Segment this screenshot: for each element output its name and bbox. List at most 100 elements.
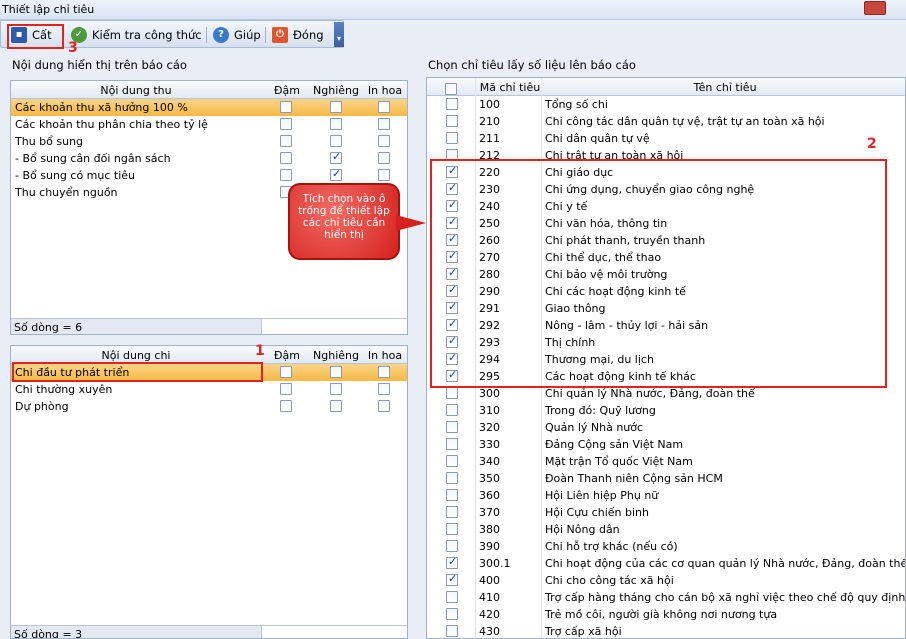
bold-checkbox[interactable] — [280, 366, 292, 378]
indicator-checkbox[interactable] — [446, 317, 458, 331]
uppercase-checkbox[interactable] — [378, 366, 390, 378]
indicator-checkbox[interactable] — [446, 523, 458, 535]
indicator-checkbox[interactable] — [446, 540, 458, 552]
table-row[interactable]: 212 Chi trật tự an toàn xã hội — [427, 147, 905, 164]
bold-checkbox[interactable] — [280, 152, 292, 164]
indicator-checkbox[interactable] — [446, 115, 458, 127]
table-row[interactable]: 310 Trong đó: Quỹ lương — [427, 402, 905, 419]
indicator-checkbox[interactable] — [446, 472, 458, 484]
table-row[interactable]: 420 Trẻ mồ côi, người già không nơi nương… — [427, 606, 905, 623]
table-row[interactable]: 430 Trợ cấp xã hội — [427, 623, 905, 638]
indicator-checkbox[interactable] — [446, 506, 458, 518]
table-row[interactable]: 260 Chi phát thanh, truyền thanh — [427, 232, 905, 249]
indicator-checkbox[interactable] — [446, 555, 458, 569]
table-row[interactable]: Thu bổ sung — [11, 133, 407, 150]
table-row[interactable]: 340 Mặt trận Tổ quốc Việt Nam — [427, 453, 905, 470]
italic-checkbox[interactable] — [330, 400, 342, 412]
bold-checkbox[interactable] — [280, 118, 292, 130]
indicator-checkbox[interactable] — [446, 300, 458, 314]
save-button[interactable]: ▪ Cất — [11, 25, 52, 45]
italic-checkbox[interactable] — [330, 150, 342, 164]
close-button[interactable]: ⏻ Đóng — [272, 25, 324, 45]
indicator-checkbox[interactable] — [446, 198, 458, 212]
uppercase-checkbox[interactable] — [378, 101, 390, 113]
uppercase-checkbox[interactable] — [378, 169, 390, 181]
table-row[interactable]: 293 Thị chính — [427, 334, 905, 351]
table-row[interactable]: 300 Chi quản lý Nhà nước, Đảng, đoàn thể — [427, 385, 905, 402]
indicator-checkbox[interactable] — [446, 368, 458, 382]
bold-checkbox[interactable] — [280, 383, 292, 395]
table-row[interactable]: 290 Chi các hoạt động kinh tế — [427, 283, 905, 300]
table-row[interactable]: 330 Đảng Cộng sản Việt Nam — [427, 436, 905, 453]
indicator-checkbox[interactable] — [446, 438, 458, 450]
indicator-checkbox[interactable] — [446, 625, 458, 637]
indicator-checkbox[interactable] — [446, 387, 458, 399]
indicator-checkbox[interactable] — [446, 404, 458, 416]
table-row[interactable]: 350 Đoàn Thanh niên Cộng sản HCM — [427, 470, 905, 487]
table-row[interactable]: 211 Chi dân quân tự vệ — [427, 130, 905, 147]
table-row[interactable]: 380 Hội Nông dân — [427, 521, 905, 538]
italic-checkbox[interactable] — [330, 383, 342, 395]
uppercase-checkbox[interactable] — [378, 135, 390, 147]
uppercase-checkbox[interactable] — [378, 118, 390, 130]
table-row[interactable]: 390 Chi hỗ trợ khác (nếu có) — [427, 538, 905, 555]
table-row[interactable]: Chi thường xuyên — [11, 381, 407, 398]
table-row[interactable]: 250 Chi văn hóa, thông tin — [427, 215, 905, 232]
table-row[interactable]: 400 Chi cho công tác xã hội — [427, 572, 905, 589]
check-formula-button[interactable]: ✓ Kiểm tra công thức — [71, 25, 202, 45]
bold-checkbox[interactable] — [280, 169, 292, 181]
italic-checkbox[interactable] — [330, 118, 342, 130]
indicator-checkbox[interactable] — [446, 489, 458, 501]
indicator-checkbox[interactable] — [446, 215, 458, 229]
indicator-checkbox[interactable] — [446, 421, 458, 433]
indicator-checkbox[interactable] — [446, 132, 458, 144]
table-row[interactable]: 300.1 Chi hoạt động của các cơ quan quản … — [427, 555, 905, 572]
indicator-checkbox[interactable] — [446, 334, 458, 348]
uppercase-checkbox[interactable] — [378, 383, 390, 395]
table-row[interactable]: 295 Các hoạt động kinh tế khác — [427, 368, 905, 385]
indicator-checkbox[interactable] — [446, 591, 458, 603]
italic-checkbox[interactable] — [330, 366, 342, 378]
table-row[interactable]: Các khoản thu phân chia theo tỷ lệ — [11, 116, 407, 133]
indicator-checkbox[interactable] — [446, 149, 458, 161]
indicator-checkbox[interactable] — [446, 266, 458, 280]
select-all-checkbox[interactable] — [445, 83, 457, 95]
table-row[interactable]: - Bổ sung có mục tiêu — [11, 167, 407, 184]
indicator-checkbox[interactable] — [446, 181, 458, 195]
indicator-checkbox[interactable] — [446, 98, 458, 110]
table-row[interactable]: 291 Giao thông — [427, 300, 905, 317]
table-row[interactable]: 230 Chi ứng dụng, chuyển giao công nghệ — [427, 181, 905, 198]
indicator-checkbox[interactable] — [446, 572, 458, 586]
indicator-checkbox[interactable] — [446, 249, 458, 263]
indicator-checkbox[interactable] — [446, 351, 458, 365]
uppercase-checkbox[interactable] — [378, 152, 390, 164]
table-row[interactable]: 360 Hội Liên hiệp Phụ nữ — [427, 487, 905, 504]
indicator-checkbox[interactable] — [446, 164, 458, 178]
table-row[interactable]: 280 Chi bảo vệ môi trường — [427, 266, 905, 283]
bold-checkbox[interactable] — [280, 135, 292, 147]
table-row[interactable]: 292 Nông - lâm - thủy lợi - hải sản — [427, 317, 905, 334]
indicator-checkbox[interactable] — [446, 608, 458, 620]
indicator-checkbox[interactable] — [446, 455, 458, 467]
table-row[interactable]: 410 Trợ cấp hàng tháng cho cán bộ xã nghỉ… — [427, 589, 905, 606]
uppercase-checkbox[interactable] — [378, 400, 390, 412]
table-row[interactable]: Các khoản thu xã hưởng 100 % — [11, 99, 407, 116]
table-row[interactable]: Dự phòng — [11, 398, 407, 415]
indicator-checkbox[interactable] — [446, 283, 458, 297]
table-row[interactable]: 210 Chi công tác dân quân tự vệ, trật tự … — [427, 113, 905, 130]
table-row[interactable]: Chi đầu tư phát triển — [11, 364, 407, 381]
table-row[interactable]: 294 Thương mại, du lịch — [427, 351, 905, 368]
indicator-checkbox[interactable] — [446, 232, 458, 246]
table-row[interactable]: 100 Tổng số chi — [427, 96, 905, 113]
help-button[interactable]: ? Giúp — [213, 25, 261, 45]
window-close-icon[interactable] — [864, 1, 886, 15]
bold-checkbox[interactable] — [280, 101, 292, 113]
table-row[interactable]: 240 Chi y tế — [427, 198, 905, 215]
table-row[interactable]: 320 Quản lý Nhà nước — [427, 419, 905, 436]
bold-checkbox[interactable] — [280, 400, 292, 412]
italic-checkbox[interactable] — [330, 167, 342, 181]
italic-checkbox[interactable] — [330, 135, 342, 147]
table-row[interactable]: 370 Hội Cựu chiến binh — [427, 504, 905, 521]
table-row[interactable]: 270 Chi thể dục, thể thao — [427, 249, 905, 266]
toolbar-overflow-chevron-icon[interactable]: ▾ — [334, 22, 344, 47]
